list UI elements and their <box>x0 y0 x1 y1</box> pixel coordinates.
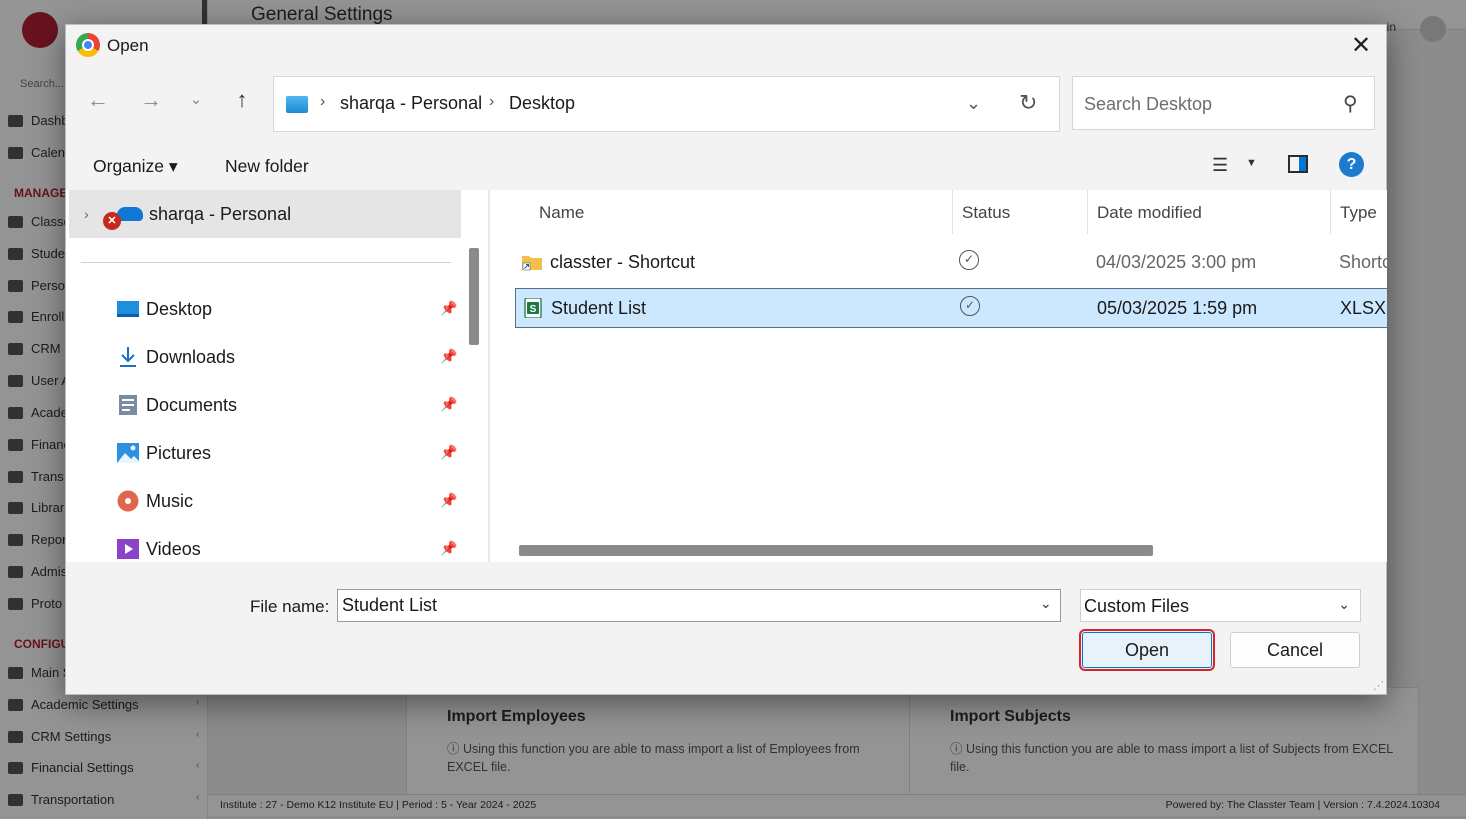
file-type-value: Custom Files <box>1084 596 1190 616</box>
divider <box>81 262 451 263</box>
nav-item-documents[interactable]: Documents 📌 <box>66 384 466 428</box>
file-date: 05/03/2025 1:59 pm <box>1097 298 1258 318</box>
pin-icon[interactable]: 📌 <box>440 300 457 317</box>
refresh-icon[interactable]: ↻ <box>1019 90 1037 116</box>
up-arrow-icon[interactable]: ↑ <box>229 89 255 111</box>
address-bar[interactable]: › sharqa - Personal › Desktop ⌄ ↻ <box>273 76 1060 132</box>
horizontal-scrollbar[interactable] <box>519 545 1153 556</box>
forward-arrow-icon[interactable]: → <box>138 89 164 111</box>
new-folder-button[interactable]: New folder <box>225 156 309 177</box>
file-name-dropdown-icon[interactable]: ⌄ <box>1040 595 1052 612</box>
desktop-folder-icon <box>286 96 308 113</box>
recent-locations-chevron-icon[interactable]: ⌄ <box>183 89 209 111</box>
music-icon <box>117 490 139 512</box>
nav-item-label: Videos <box>146 539 201 559</box>
sync-status-icon: ✓ <box>959 250 979 270</box>
nav-item-label: Downloads <box>146 347 236 367</box>
column-header-date[interactable]: Date modified <box>1097 203 1202 223</box>
search-input[interactable]: Search Desktop ⚲ <box>1072 76 1375 130</box>
chrome-icon <box>76 33 100 57</box>
sync-status-icon: ✓ <box>960 296 980 316</box>
file-name: Student List <box>551 298 647 318</box>
nav-item-pictures[interactable]: Pictures 📌 <box>66 432 466 476</box>
file-type-select[interactable]: Custom Files ⌄ <box>1080 589 1361 622</box>
breadcrumb-separator-icon: › <box>320 93 326 110</box>
file-type: Shortcut <box>1339 252 1387 272</box>
pin-icon[interactable]: 📌 <box>440 348 457 365</box>
breadcrumb-item[interactable]: sharqa - Personal <box>340 93 482 114</box>
nav-item-videos[interactable]: Videos 📌 <box>66 528 466 562</box>
file-name: classter - Shortcut <box>550 252 696 272</box>
breadcrumb-separator-icon: › <box>489 93 495 110</box>
onedrive-root-item[interactable]: › ✕ sharqa - Personal <box>69 190 461 238</box>
file-list: ⌃ Name Status Date modified Type classte… <box>490 190 1387 562</box>
cancel-button[interactable]: Cancel <box>1230 632 1360 668</box>
column-header-status[interactable]: Status <box>962 203 1010 223</box>
nav-item-label: Pictures <box>146 443 212 463</box>
open-button[interactable]: Open <box>1079 629 1215 671</box>
nav-item-label: Music <box>146 491 194 511</box>
nav-item-label: Desktop <box>146 299 213 319</box>
preview-pane-icon[interactable] <box>1288 155 1308 173</box>
address-dropdown-icon[interactable]: ⌄ <box>966 93 981 114</box>
open-file-dialog: Open ✕ ← → ⌄ ↑ › sharqa - Personal › Des… <box>65 24 1387 695</box>
pin-icon[interactable]: 📌 <box>440 444 457 461</box>
sync-error-icon: ✕ <box>103 212 121 230</box>
folder-shortcut-icon <box>522 256 542 271</box>
pictures-icon <box>117 443 139 463</box>
column-header-name[interactable]: Name <box>539 203 584 223</box>
close-button[interactable]: ✕ <box>1346 31 1376 61</box>
nav-pane-scrollbar[interactable] <box>469 248 479 345</box>
dialog-titlebar: Open ✕ <box>66 25 1386 67</box>
sort-ascending-icon: ⌃ <box>734 190 746 200</box>
resize-grip-icon[interactable]: ⋰ <box>1373 679 1384 692</box>
column-separator[interactable] <box>1087 190 1088 234</box>
documents-icon <box>119 395 137 415</box>
nav-item-downloads[interactable]: Downloads 📌 <box>66 336 466 380</box>
nav-item-desktop[interactable]: Desktop 📌 <box>66 288 466 332</box>
search-placeholder: Search Desktop <box>1084 94 1213 114</box>
command-bar: Organize ▾ New folder ☰ ▼ ? <box>66 143 1386 189</box>
file-row[interactable]: classter - Shortcut ✓ 04/03/2025 3:00 pm… <box>515 243 1387 283</box>
breadcrumb-item[interactable]: Desktop <box>509 93 575 114</box>
file-name-label: File name: <box>250 597 330 616</box>
nav-item-label: Documents <box>146 395 238 415</box>
dialog-title: Open <box>107 36 149 55</box>
chevron-down-icon: ⌄ <box>1338 596 1350 612</box>
organize-button[interactable]: Organize ▾ <box>93 156 178 177</box>
excel-sheet-icon: S <box>524 298 542 318</box>
column-separator[interactable] <box>1330 190 1331 234</box>
back-arrow-icon[interactable]: ← <box>85 89 111 111</box>
view-dropdown-icon[interactable]: ▼ <box>1246 157 1257 169</box>
view-options-icon[interactable]: ☰ <box>1212 155 1228 176</box>
nav-item-label: sharqa - Personal <box>149 204 292 224</box>
nav-item-music[interactable]: Music 📌 <box>66 480 466 524</box>
help-icon[interactable]: ? <box>1339 152 1364 177</box>
pin-icon[interactable]: 📌 <box>440 492 457 509</box>
videos-icon <box>117 539 139 559</box>
file-row-selected[interactable]: S Student List ✓ 05/03/2025 1:59 pm XLSX… <box>515 288 1387 328</box>
file-name-input[interactable] <box>337 589 1061 622</box>
pin-icon[interactable]: 📌 <box>440 396 457 413</box>
expand-chevron-icon[interactable]: › <box>84 206 89 222</box>
column-header-type[interactable]: Type <box>1340 203 1377 223</box>
pin-icon[interactable]: 📌 <box>440 540 457 557</box>
desktop-icon <box>117 301 139 317</box>
svg-text:S: S <box>530 304 537 315</box>
navigation-pane: › ✕ sharqa - Personal Desktop 📌 Download… <box>66 190 488 562</box>
downloads-icon <box>120 347 136 367</box>
column-separator[interactable] <box>952 190 953 234</box>
navigation-bar: ← → ⌄ ↑ › sharqa - Personal › Desktop ⌄ … <box>66 67 1386 133</box>
file-type: XLSX Worksheet <box>1340 298 1387 318</box>
search-icon: ⚲ <box>1343 93 1358 115</box>
file-date: 04/03/2025 3:00 pm <box>1096 252 1257 272</box>
